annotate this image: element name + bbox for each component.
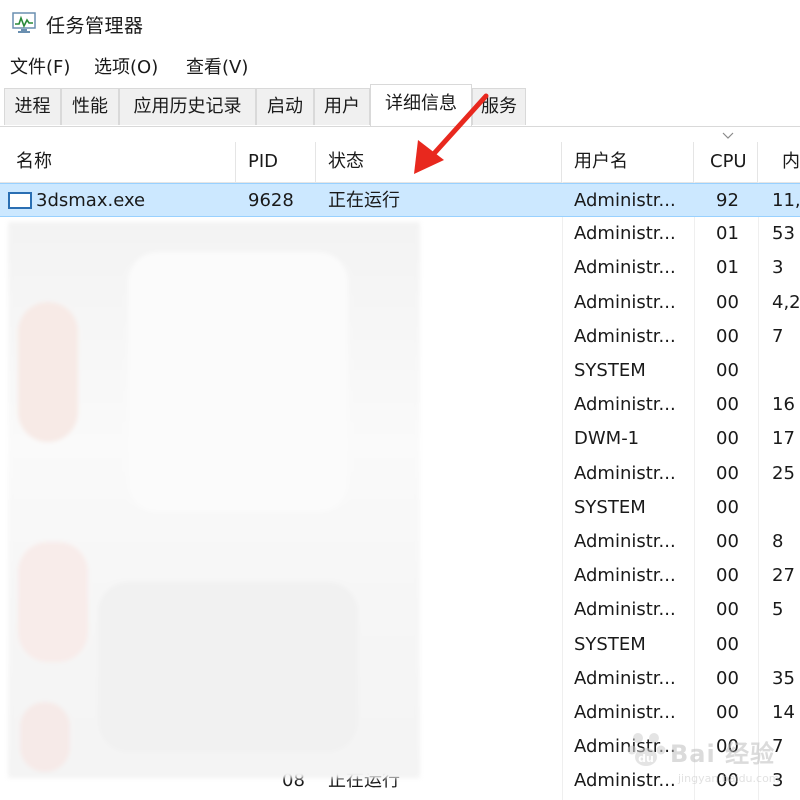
cell-user: Administr... [574, 668, 676, 689]
watermark-text: Bai 经验 [670, 740, 776, 768]
cell-memory: 53 [772, 223, 795, 244]
cell-memory: 4,2 [772, 292, 800, 313]
cell-memory: 25 [772, 463, 795, 484]
menu-bar: 文件(F) 选项(O) 查看(V) [0, 50, 800, 80]
cell-cpu: 92 [716, 190, 739, 211]
cell-user: SYSTEM [574, 634, 646, 655]
menu-file[interactable]: 文件(F) [10, 53, 70, 79]
cell-cpu: 00 [716, 531, 739, 552]
column-header-user[interactable]: 用户名 [562, 142, 694, 182]
cell-user: Administr... [574, 599, 676, 620]
column-header-cpu[interactable]: CPU [694, 142, 758, 182]
cell-cpu: 00 [716, 463, 739, 484]
menu-options[interactable]: 选项(O) [94, 53, 158, 79]
window-title: 任务管理器 [46, 15, 144, 37]
watermark: du Bai 经验 jingyan.baidu.com [612, 714, 800, 794]
cell-user: Administr... [574, 394, 676, 415]
cell-user: Administr... [574, 463, 676, 484]
tab-details[interactable]: 详细信息 [370, 84, 472, 126]
cell-user: Administr... [574, 565, 676, 586]
column-header-name[interactable]: 名称 [0, 142, 236, 182]
cell-memory: 11, [772, 190, 800, 211]
cell-cpu: 00 [716, 394, 739, 415]
tab-services[interactable]: 服务 [472, 88, 526, 125]
paw-logo-icon: du [627, 733, 666, 766]
cell-user: Administr... [574, 292, 676, 313]
title-bar: 任务管理器 [0, 0, 800, 46]
tab-performance[interactable]: 性能 [61, 88, 119, 125]
cell-user: DWM-1 [574, 428, 640, 449]
column-header-memory[interactable]: 内 [758, 142, 800, 182]
sort-chevron-icon [722, 132, 734, 139]
watermark-url: jingyan.baidu.com [678, 772, 780, 785]
cell-user: SYSTEM [574, 360, 646, 381]
task-manager-window: 任务管理器 文件(F) 选项(O) 查看(V) 进程 性能 应用历史记录 启动 … [0, 0, 800, 800]
cell-pid: 9628 [248, 190, 294, 211]
cell-cpu: 01 [716, 223, 739, 244]
table-row[interactable]: 3dsmax.exe 9628 正在运行 Administr... 92 11, [0, 183, 800, 217]
cell-name: 3dsmax.exe [36, 190, 146, 211]
cell-memory: 27 [772, 565, 795, 586]
tab-processes[interactable]: 进程 [4, 88, 61, 125]
menu-view[interactable]: 查看(V) [186, 53, 248, 79]
tab-bar: 进程 性能 应用历史记录 启动 用户 详细信息 服务 [0, 84, 800, 127]
cell-memory: 5 [772, 599, 784, 620]
cell-user: SYSTEM [574, 497, 646, 518]
cell-user: Administr... [574, 326, 676, 347]
cell-user: Administr... [574, 223, 676, 244]
cell-user: Administr... [574, 257, 676, 278]
column-header-status[interactable]: 状态 [316, 142, 562, 182]
cell-cpu: 00 [716, 634, 739, 655]
cell-cpu: 00 [716, 565, 739, 586]
cell-status: 正在运行 [328, 190, 400, 211]
cell-cpu: 00 [716, 428, 739, 449]
cell-user: Administr... [574, 190, 676, 211]
cell-cpu: 00 [716, 292, 739, 313]
cell-cpu: 00 [716, 326, 739, 347]
column-header-pid[interactable]: PID [236, 142, 316, 182]
tab-app-history[interactable]: 应用历史记录 [119, 88, 256, 125]
svg-text:du: du [638, 752, 654, 765]
task-manager-icon [12, 12, 36, 33]
cell-memory: 7 [772, 326, 784, 347]
column-header-row: 名称 PID 状态 用户名 CPU 内 [0, 142, 800, 183]
cell-cpu: 00 [716, 360, 739, 381]
cell-cpu: 00 [716, 599, 739, 620]
cell-cpu: 00 [716, 497, 739, 518]
cell-memory: 16 [772, 394, 795, 415]
cell-memory: 3 [772, 257, 784, 278]
tab-users[interactable]: 用户 [314, 88, 370, 125]
cell-cpu: 01 [716, 257, 739, 278]
cell-memory: 35 [772, 668, 795, 689]
cell-cpu: 00 [716, 668, 739, 689]
tab-startup[interactable]: 启动 [256, 88, 314, 125]
blurred-redacted-area [8, 222, 420, 778]
cell-memory: 8 [772, 531, 784, 552]
process-window-icon [8, 192, 32, 209]
cell-memory: 17 [772, 428, 795, 449]
cell-user: Administr... [574, 531, 676, 552]
